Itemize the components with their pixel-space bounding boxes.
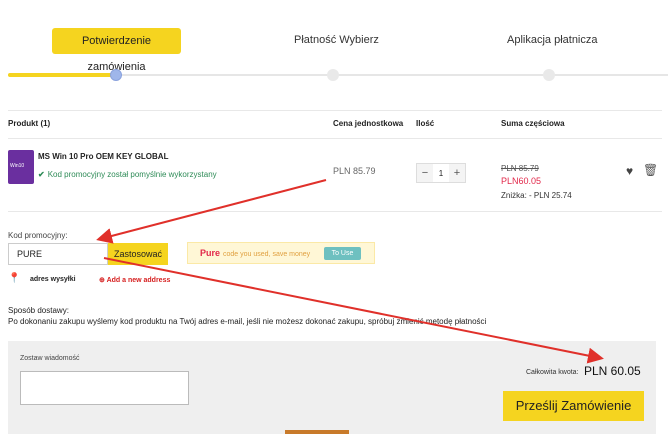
checkout-steps: Potwierdzenie zamówienia Płatność Wybier… bbox=[0, 0, 670, 100]
shipping-address-label: adres wysyłki bbox=[30, 276, 76, 283]
to-use-button[interactable]: To Use bbox=[324, 247, 361, 260]
promo-code-input[interactable]: PURE bbox=[8, 243, 108, 265]
discount-amount: Zniżka: - PLN 25.74 bbox=[501, 191, 572, 200]
original-price: PLN 85.79 bbox=[501, 164, 539, 173]
col-quantity: Ilość bbox=[416, 119, 435, 128]
divider bbox=[8, 211, 662, 212]
divider bbox=[8, 110, 662, 111]
thumbnail-text: Win10 bbox=[10, 163, 25, 169]
promo-hint-text: code you used, save money bbox=[223, 251, 311, 258]
unit-price: PLN 85.79 bbox=[333, 166, 376, 176]
promo-hint-code: Pure bbox=[200, 248, 221, 258]
step-dot-3 bbox=[543, 69, 555, 81]
check-icon: ✔ bbox=[38, 170, 45, 179]
promo-success-text: Kod promocyjny został pomyślnie wykorzys… bbox=[47, 170, 217, 179]
trash-icon[interactable]: 🗑 bbox=[643, 163, 658, 177]
step-dot-2 bbox=[327, 69, 339, 81]
quantity-value[interactable]: 1 bbox=[433, 169, 449, 178]
progress-fill bbox=[8, 73, 116, 77]
product-thumbnail[interactable]: Win10 bbox=[8, 150, 34, 184]
arrow-to-promo-input bbox=[96, 179, 327, 244]
col-product: Produkt (1) bbox=[8, 119, 51, 128]
message-textarea[interactable] bbox=[20, 371, 189, 405]
quantity-increase-button[interactable]: + bbox=[449, 164, 465, 182]
shipping-method-text: Po dokonaniu zakupu wyślemy kod produktu… bbox=[8, 317, 487, 326]
step-dot-current bbox=[110, 69, 122, 81]
submit-order-button[interactable]: Prześlij Zamówienie bbox=[503, 391, 644, 421]
message-label: Zostaw wiadomość bbox=[20, 355, 80, 362]
promo-success-message: ✔ Kod promocyjny został pomyślnie wykorzy… bbox=[38, 170, 217, 179]
add-address-label: Add a new address bbox=[106, 277, 171, 284]
quantity-stepper: − 1 + bbox=[416, 163, 466, 183]
product-name[interactable]: MS Win 10 Pro OEM KEY GLOBAL bbox=[38, 152, 168, 161]
apply-promo-button[interactable]: Zastosować bbox=[108, 243, 168, 265]
total-label: Całkowita kwota: bbox=[526, 369, 579, 376]
shipping-method-title: Sposób dostawy: bbox=[8, 306, 69, 315]
step-order-confirmation: Potwierdzenie zamówienia bbox=[52, 28, 181, 73]
total-value: PLN 60.05 bbox=[584, 364, 641, 378]
discounted-price: PLN60.05 bbox=[501, 176, 542, 186]
heart-icon[interactable]: ♥ bbox=[626, 164, 633, 178]
plus-circle-icon: ⊕ bbox=[99, 277, 105, 284]
step-payment: Płatność Wybierz bbox=[294, 34, 379, 46]
bottom-strip bbox=[285, 430, 349, 434]
col-subtotal: Suma częściowa bbox=[501, 119, 565, 128]
divider bbox=[8, 138, 662, 139]
add-address-link[interactable]: ⊕ Add a new address bbox=[99, 276, 170, 284]
promo-code-label: Kod promocyjny: bbox=[8, 231, 68, 240]
step-payment-app: Aplikacja płatnicza bbox=[507, 34, 598, 46]
col-unit-price: Cena jednostkowa bbox=[333, 119, 404, 128]
quantity-decrease-button[interactable]: − bbox=[417, 164, 433, 182]
map-pin-icon: 📍 bbox=[8, 273, 21, 284]
